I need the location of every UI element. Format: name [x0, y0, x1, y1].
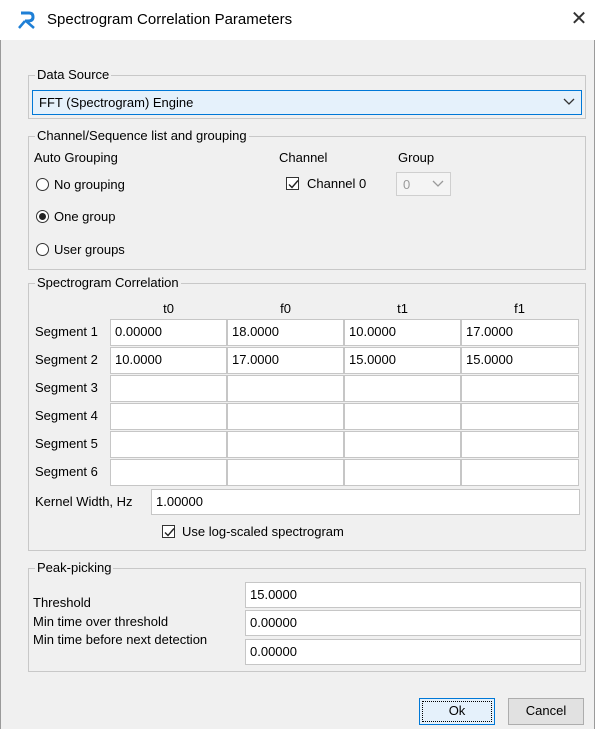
min-time-before-label: Min time before next detection	[33, 632, 208, 647]
segment-5-f1[interactable]	[461, 431, 579, 458]
auto-grouping-label: Auto Grouping	[34, 150, 118, 165]
segment-3-f0[interactable]	[227, 375, 344, 402]
chevron-down-icon	[563, 95, 575, 112]
segment-3-t0[interactable]	[110, 375, 227, 402]
kernel-width-label: Kernel Width, Hz	[35, 494, 133, 509]
segment-row-label: Segment 4	[35, 408, 98, 423]
radio-no-grouping-label: No grouping	[54, 177, 125, 192]
spectrogram-correlation-legend: Spectrogram Correlation	[35, 275, 181, 291]
close-icon[interactable]: ✕	[566, 6, 592, 32]
channel-0-checkbox[interactable]	[286, 177, 299, 190]
radio-one-group[interactable]	[36, 210, 49, 223]
segment-4-f0[interactable]	[227, 403, 344, 430]
segment-4-f1[interactable]	[461, 403, 579, 430]
segment-row-label: Segment 3	[35, 380, 98, 395]
segment-row-label: Segment 5	[35, 436, 98, 451]
segment-6-t1[interactable]	[344, 459, 461, 486]
ok-button[interactable]: Ok	[419, 698, 495, 725]
channel-0-group-value: 0	[403, 177, 411, 192]
segment-row-label: Segment 6	[35, 464, 98, 479]
segment-row-label: Segment 1	[35, 324, 98, 339]
min-time-before-input[interactable]: 0.00000	[245, 639, 581, 665]
segment-1-f0[interactable]: 18.0000	[227, 319, 344, 346]
log-scaled-label: Use log-scaled spectrogram	[182, 524, 344, 539]
threshold-label: Threshold	[33, 595, 91, 610]
segment-2-t1[interactable]: 15.0000	[344, 347, 461, 374]
segment-6-f0[interactable]	[227, 459, 344, 486]
window-title: Spectrogram Correlation Parameters	[47, 11, 293, 28]
column-header-f0: f0	[280, 301, 291, 316]
segment-2-f1[interactable]: 15.0000	[461, 347, 579, 374]
check-icon	[288, 180, 299, 189]
min-time-over-label: Min time over threshold	[33, 614, 169, 629]
title-bar: Spectrogram Correlation Parameters ✕	[0, 0, 595, 40]
segment-4-t0[interactable]	[110, 403, 227, 430]
ok-button-label: Ok	[448, 703, 466, 718]
cancel-button[interactable]: Cancel	[508, 698, 584, 725]
column-header-t0: t0	[163, 301, 174, 316]
chevron-down-icon	[432, 177, 444, 192]
segment-1-t1[interactable]: 10.0000	[344, 319, 461, 346]
segment-2-f0[interactable]: 17.0000	[227, 347, 344, 374]
app-logo-icon	[17, 10, 37, 30]
threshold-input[interactable]: 15.0000	[245, 582, 581, 608]
data-source-select[interactable]: FFT (Spectrogram) Engine	[32, 90, 582, 115]
segment-6-f1[interactable]	[461, 459, 579, 486]
peak-picking-legend: Peak-picking	[35, 560, 114, 576]
group-header: Group	[398, 150, 435, 165]
segment-row-label: Segment 2	[35, 352, 98, 367]
log-scaled-checkbox[interactable]	[162, 525, 175, 538]
segment-4-t1[interactable]	[344, 403, 461, 430]
segment-1-t0[interactable]: 0.00000	[110, 319, 227, 346]
data-source-value: FFT (Spectrogram) Engine	[39, 95, 194, 110]
radio-selected-dot	[39, 213, 46, 220]
radio-user-groups[interactable]	[36, 243, 49, 256]
column-header-t1: t1	[397, 301, 408, 316]
cancel-button-label: Cancel	[525, 703, 567, 718]
channel-0-group-select[interactable]: 0	[396, 172, 451, 196]
segment-5-f0[interactable]	[227, 431, 344, 458]
segment-5-t1[interactable]	[344, 431, 461, 458]
data-source-legend: Data Source	[35, 67, 112, 83]
check-icon	[164, 528, 175, 537]
segment-3-f1[interactable]	[461, 375, 579, 402]
channel-0-label: Channel 0	[307, 176, 367, 191]
segment-5-t0[interactable]	[110, 431, 227, 458]
radio-user-groups-label: User groups	[54, 242, 125, 257]
window-border-left	[0, 40, 1, 729]
segment-3-t1[interactable]	[344, 375, 461, 402]
segment-1-f1[interactable]: 17.0000	[461, 319, 579, 346]
min-time-over-input[interactable]: 0.00000	[245, 610, 581, 636]
radio-one-group-label: One group	[54, 209, 116, 224]
channel-header: Channel	[279, 150, 328, 165]
segment-2-t0[interactable]: 10.0000	[110, 347, 227, 374]
channel-group-legend: Channel/Sequence list and grouping	[35, 128, 249, 144]
kernel-width-input[interactable]: 1.00000	[151, 489, 580, 515]
radio-no-grouping[interactable]	[36, 178, 49, 191]
column-header-f1: f1	[514, 301, 525, 316]
segment-6-t0[interactable]	[110, 459, 227, 486]
